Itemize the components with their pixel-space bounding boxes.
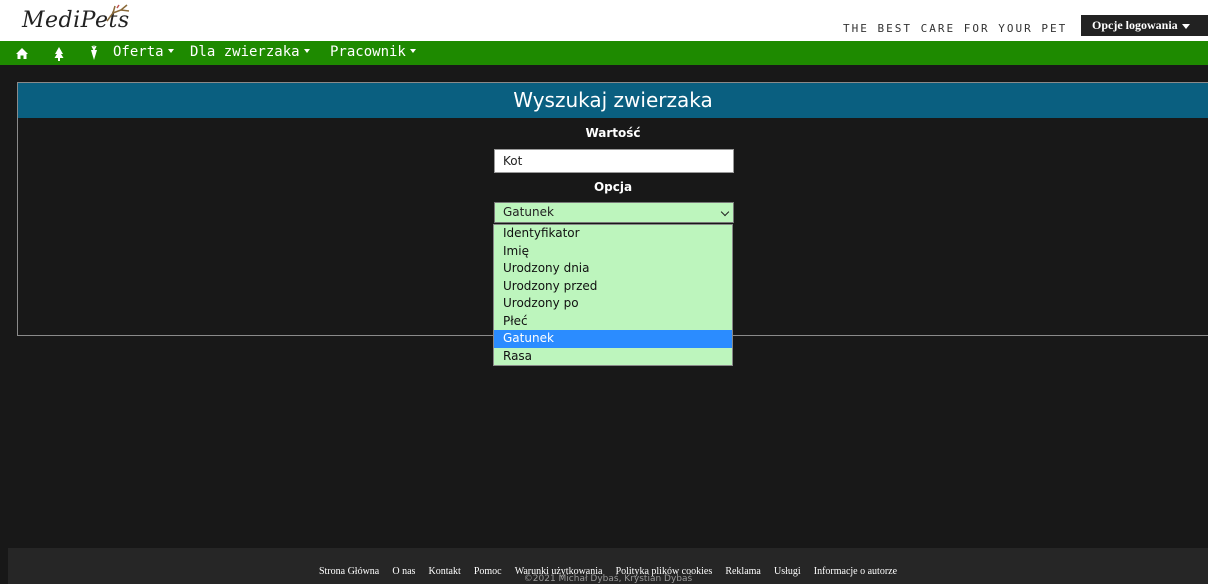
nav-menu-label: Pracownik bbox=[330, 44, 406, 60]
tagline: THE BEST CARE FOR YOUR PET bbox=[843, 22, 1068, 35]
option-urodzony-dnia[interactable]: Urodzony dnia bbox=[494, 260, 732, 278]
chevron-down-icon bbox=[167, 49, 174, 53]
option-dropdown-list: Identyfikator Imię Urodzony dnia Urodzon… bbox=[493, 224, 733, 366]
nav-menu-oferta[interactable]: Oferta bbox=[113, 44, 174, 61]
logo-branch-icon bbox=[106, 4, 130, 22]
option-plec[interactable]: Płeć bbox=[494, 313, 732, 331]
option-select[interactable]: Gatunek bbox=[494, 202, 734, 223]
copyright: ©2021 Michał Dybaś, Krystian Dybaś bbox=[523, 574, 693, 584]
option-urodzony-po[interactable]: Urodzony po bbox=[494, 295, 732, 313]
main-navbar: Oferta Dla zwierzaka Pracownik bbox=[0, 41, 1208, 65]
chevron-down-icon bbox=[303, 49, 310, 53]
option-imie[interactable]: Imię bbox=[494, 243, 732, 261]
option-identyfikator[interactable]: Identyfikator bbox=[494, 225, 732, 243]
tree-icon[interactable] bbox=[51, 44, 67, 62]
value-input[interactable]: Kot bbox=[494, 149, 734, 173]
chevron-down-icon bbox=[1181, 23, 1190, 29]
nav-menu-label: Oferta bbox=[113, 44, 164, 60]
login-options-button[interactable]: Opcje logowania bbox=[1081, 15, 1208, 36]
home-icon[interactable] bbox=[14, 44, 30, 62]
option-gatunek[interactable]: Gatunek bbox=[494, 330, 732, 348]
chevron-down-icon bbox=[409, 49, 416, 53]
site-footer: Strona Główna O nas Kontakt Pomoc Warunk… bbox=[8, 548, 1208, 584]
nav-menu-dla-zwierzaka[interactable]: Dla zwierzaka bbox=[190, 44, 310, 61]
nav-menu-label: Dla zwierzaka bbox=[190, 44, 300, 60]
site-logo[interactable]: MediPets bbox=[22, 4, 130, 33]
option-label: Opcja bbox=[593, 180, 633, 194]
option-select-value: Gatunek bbox=[503, 205, 554, 219]
chevron-down-icon bbox=[720, 207, 730, 217]
site-header: MediPets THE BEST CARE FOR YOUR PET Opcj… bbox=[0, 0, 1208, 41]
page-title: Wyszukaj zwierzaka bbox=[18, 83, 1208, 118]
nav-menu-pracownik[interactable]: Pracownik bbox=[330, 44, 416, 61]
option-rasa[interactable]: Rasa bbox=[494, 348, 732, 366]
value-label: Wartość bbox=[585, 126, 641, 140]
carrot-icon[interactable] bbox=[86, 44, 102, 62]
login-options-label: Opcje logowania bbox=[1092, 18, 1178, 32]
option-urodzony-przed[interactable]: Urodzony przed bbox=[494, 278, 732, 296]
